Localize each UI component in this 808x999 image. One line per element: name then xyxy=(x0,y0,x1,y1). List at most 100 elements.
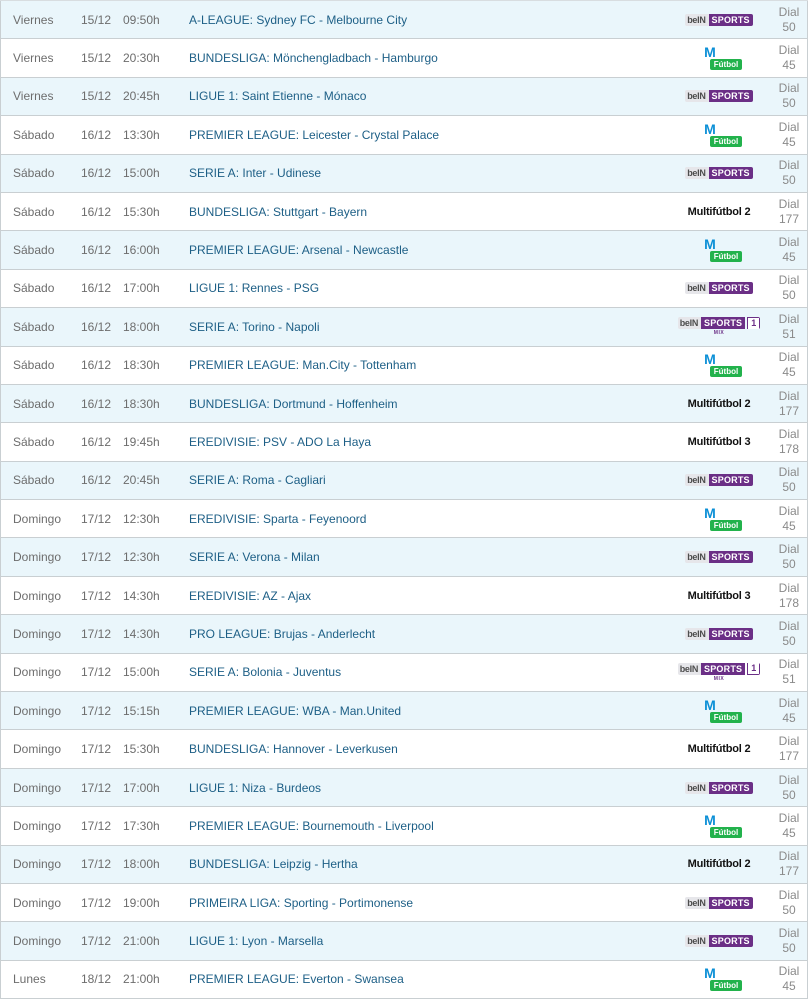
date-cell: 17/12 xyxy=(81,895,112,910)
match-link[interactable]: BUNDESLIGA: Hannover - Leverkusen xyxy=(189,742,664,756)
dial-cell: Dial 45 xyxy=(774,504,804,534)
match-link[interactable]: PREMIER LEAGUE: Bournemouth - Liverpool xyxy=(189,819,664,833)
match-link[interactable]: EREDIVISIE: Sparta - Feyenoord xyxy=(189,512,664,526)
bein-sports-logo: beIN SPORTS 1 MIX xyxy=(677,317,761,337)
dial-number: 50 xyxy=(782,288,796,303)
dial-label: Dial xyxy=(778,43,800,58)
bein-logo-text: beIN xyxy=(685,167,709,180)
bein-sports-logo: beIN SPORTS xyxy=(685,896,753,909)
match-link[interactable]: BUNDESLIGA: Stuttgart - Bayern xyxy=(189,205,664,219)
dial-label: Dial xyxy=(778,119,800,134)
match-link[interactable]: LIGUE 1: Niza - Burdeos xyxy=(189,781,664,795)
bein-logo-text: beIN xyxy=(685,551,709,564)
futbol-badge: Fútbol xyxy=(709,980,743,992)
dial-number: 51 xyxy=(782,672,796,687)
bein-sports-logo-mark: beIN SPORTS xyxy=(685,167,753,180)
match-link[interactable]: LIGUE 1: Rennes - PSG xyxy=(189,281,664,295)
dial-label: Dial xyxy=(778,887,800,902)
dial-label: Dial xyxy=(778,810,800,825)
day-cell: Domingo xyxy=(13,665,62,680)
dial-cell: Dial 178 xyxy=(774,581,804,611)
channel-logo: beIN SPORTS xyxy=(664,167,774,180)
bein-sports-logo-mark: beIN SPORTS 1 xyxy=(677,662,761,675)
dial-label: Dial xyxy=(778,657,800,672)
dial-label: Dial xyxy=(778,311,800,326)
match-link[interactable]: SERIE A: Inter - Udinese xyxy=(189,166,664,180)
time-cell: 17:30h xyxy=(123,818,160,833)
match-link[interactable]: SERIE A: Roma - Cagliari xyxy=(189,473,664,487)
match-link[interactable]: PREMIER LEAGUE: Everton - Swansea xyxy=(189,972,664,986)
bein-logo-sports-text: SPORTS xyxy=(708,551,753,564)
day-cell: Viernes xyxy=(13,89,54,104)
time-cell: 15:30h xyxy=(123,204,160,219)
bein-sports-logo: beIN SPORTS xyxy=(685,781,753,794)
date-cell: 16/12 xyxy=(81,127,112,142)
dial-number: 177 xyxy=(778,864,800,879)
time-cell: 16:00h xyxy=(123,243,160,258)
dial-label: Dial xyxy=(778,503,800,518)
channel-logo: M Fútbol xyxy=(664,506,774,531)
bein-logo-text: beIN xyxy=(685,474,709,487)
match-link[interactable]: PREMIER LEAGUE: Man.City - Tottenham xyxy=(189,358,664,372)
bein-logo-text: beIN xyxy=(685,781,709,794)
channel-logo: beIN SPORTS xyxy=(664,896,774,909)
dial-number: 50 xyxy=(782,557,796,572)
match-link[interactable]: SERIE A: Verona - Milan xyxy=(189,550,664,564)
match-link[interactable]: PREMIER LEAGUE: Arsenal - Newcastle xyxy=(189,243,664,257)
day-cell: Sábado xyxy=(13,473,55,488)
time-cell: 20:30h xyxy=(123,51,160,66)
match-link[interactable]: BUNDESLIGA: Leipzig - Hertha xyxy=(189,857,664,871)
multifutbol-logo: Multifútbol 2 xyxy=(687,397,751,410)
movistar-futbol-logo: M Fútbol xyxy=(696,966,743,992)
date-cell: 16/12 xyxy=(81,166,112,181)
time-cell: 19:00h xyxy=(123,895,160,910)
match-link[interactable]: LIGUE 1: Saint Etienne - Mónaco xyxy=(189,89,664,103)
bein-logo-sports-text: SPORTS xyxy=(701,662,746,675)
dial-cell: Dial 50 xyxy=(774,273,804,303)
match-link[interactable]: PRIMEIRA LIGA: Sporting - Portimonense xyxy=(189,896,664,910)
match-link[interactable]: PREMIER LEAGUE: Leicester - Crystal Pala… xyxy=(189,128,664,142)
dial-label: Dial xyxy=(778,580,800,595)
table-row: Sábado 16/12 15:00h SERIE A: Inter - Udines… xyxy=(0,154,808,193)
date-cell: 16/12 xyxy=(81,319,112,334)
table-row: Domingo 17/12 12:30h EREDIVISIE: Sparta - F… xyxy=(0,500,808,539)
match-link[interactable]: SERIE A: Bolonia - Juventus xyxy=(189,665,664,679)
bein-sports-logo: beIN SPORTS xyxy=(685,282,753,295)
match-link[interactable]: SERIE A: Torino - Napoli xyxy=(189,320,664,334)
match-link[interactable]: PREMIER LEAGUE: WBA - Man.United xyxy=(189,704,664,718)
time-cell: 15:15h xyxy=(123,703,160,718)
channel-logo: beIN SPORTS xyxy=(664,781,774,794)
match-link[interactable]: A-LEAGUE: Sydney FC - Melbourne City xyxy=(189,13,664,27)
table-row: Domingo 17/12 15:00h SERIE A: Bolonia - Juv… xyxy=(0,653,808,693)
table-row: Domingo 17/12 15:15h PREMIER LEAGUE: WBA - … xyxy=(0,692,808,731)
table-row: Sábado 16/12 18:30h PREMIER LEAGUE: Man.Cit… xyxy=(0,346,808,385)
dial-label: Dial xyxy=(778,465,800,480)
table-row: Sábado 16/12 18:30h BUNDESLIGA: Dortmund - … xyxy=(0,384,808,424)
dial-number: 45 xyxy=(782,58,796,73)
time-cell: 14:30h xyxy=(123,626,160,641)
dial-number: 45 xyxy=(782,365,796,380)
futbol-badge: Fútbol xyxy=(709,366,743,378)
bein-logo-sports-text: SPORTS xyxy=(708,13,753,26)
bein-logo-mix-text: MIX xyxy=(713,330,725,337)
dial-label: Dial xyxy=(778,4,800,19)
match-link[interactable]: EREDIVISIE: AZ - Ajax xyxy=(189,589,664,603)
table-row: Domingo 17/12 18:00h BUNDESLIGA: Leipzig - … xyxy=(0,845,808,884)
movistar-futbol-logo: M Fútbol xyxy=(696,506,743,531)
table-row: Sábado 16/12 19:45h EREDIVISIE: PSV - ADO L… xyxy=(0,423,808,462)
match-link[interactable]: EREDIVISIE: PSV - ADO La Haya xyxy=(189,435,664,449)
match-link[interactable]: BUNDESLIGA: Mönchengladbach - Hamburgo xyxy=(189,51,664,65)
movistar-futbol-logo: M Fútbol xyxy=(696,237,743,263)
dial-label: Dial xyxy=(778,964,800,979)
table-row: Viernes 15/12 20:45h LIGUE 1: Saint Etienne… xyxy=(0,77,808,117)
match-link[interactable]: PRO LEAGUE: Brujas - Anderlecht xyxy=(189,627,664,641)
dial-label: Dial xyxy=(778,426,800,441)
futbol-badge: Fútbol xyxy=(709,251,743,263)
table-row: Domingo 17/12 14:30h EREDIVISIE: AZ - Ajax M… xyxy=(0,576,808,616)
table-row: Sábado 16/12 13:30h PREMIER LEAGUE: Leicest… xyxy=(0,116,808,155)
match-link[interactable]: BUNDESLIGA: Dortmund - Hoffenheim xyxy=(189,397,664,411)
dial-label: Dial xyxy=(778,235,800,250)
match-link[interactable]: LIGUE 1: Lyon - Marsella xyxy=(189,934,664,948)
dial-cell: Dial 177 xyxy=(774,389,804,419)
dial-label: Dial xyxy=(778,849,800,864)
